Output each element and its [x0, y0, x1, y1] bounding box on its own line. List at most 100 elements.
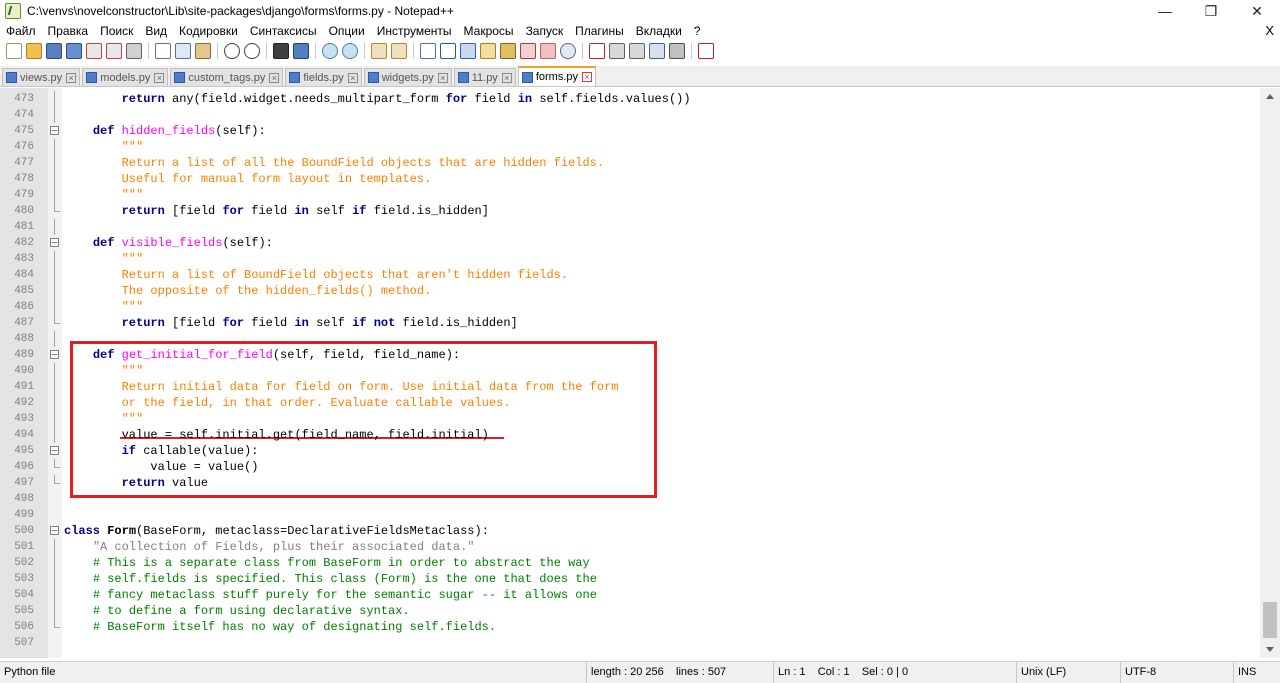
tab-close-icon[interactable]: × — [347, 72, 358, 83]
close-button[interactable]: ✕ — [1234, 0, 1280, 22]
code-line[interactable]: 506 # BaseForm itself has no way of desi… — [0, 619, 1260, 635]
code-line[interactable]: 501 "A collection of Fields, plus their … — [0, 539, 1260, 555]
menu-window[interactable]: Вкладки — [630, 22, 688, 40]
code-line[interactable]: 476 """ — [0, 139, 1260, 155]
zoom-in-icon[interactable] — [322, 43, 338, 59]
document-close-button[interactable]: X — [1265, 22, 1274, 40]
menu-plugins[interactable]: Плагины — [569, 22, 630, 40]
status-eol[interactable]: Unix (LF) — [1016, 662, 1066, 683]
show-all-chars-icon[interactable] — [440, 43, 456, 59]
tab-views-py[interactable]: views.py × — [2, 68, 81, 86]
code-line[interactable]: 474 — [0, 107, 1260, 123]
tab-close-icon[interactable]: × — [582, 72, 592, 82]
tab-widgets-py[interactable]: widgets.py × — [363, 68, 452, 86]
tab-close-icon[interactable]: × — [501, 72, 512, 83]
menu-macro[interactable]: Макросы — [458, 22, 520, 40]
code-line[interactable]: 507 — [0, 635, 1260, 651]
code-line[interactable]: 503 # self.fields is specified. This cla… — [0, 571, 1260, 587]
tab-close-icon[interactable]: × — [154, 72, 165, 83]
redo-icon[interactable] — [244, 43, 260, 59]
code-line[interactable]: 497 return value — [0, 475, 1260, 491]
tab-custom_tags-py[interactable]: custom_tags.py × — [170, 68, 284, 86]
sync-horizontal-icon[interactable] — [391, 43, 407, 59]
spellcheck-icon[interactable] — [698, 43, 714, 59]
tab-forms-py[interactable]: forms.py × — [517, 66, 596, 86]
tab-close-icon[interactable]: × — [66, 72, 77, 83]
code-line[interactable]: 505 # to define a form using declarative… — [0, 603, 1260, 619]
scroll-thumb[interactable] — [1263, 602, 1277, 638]
open-file-icon[interactable] — [26, 43, 42, 59]
lang-define-icon[interactable] — [480, 43, 496, 59]
zoom-out-icon[interactable] — [342, 43, 358, 59]
tab-close-icon[interactable]: × — [269, 72, 280, 83]
code-line[interactable]: 498 — [0, 491, 1260, 507]
tab-fields-py[interactable]: fields.py × — [285, 68, 362, 86]
code-line[interactable]: 492 or the field, in that order. Evaluat… — [0, 395, 1260, 411]
code-editor[interactable]: 473 return any(field.widget.needs_multip… — [0, 88, 1260, 658]
fold-toggle-icon[interactable] — [50, 350, 59, 359]
run-macro-multiple-icon[interactable] — [649, 43, 665, 59]
find-icon[interactable] — [273, 43, 289, 59]
code-line[interactable]: 500 class Form(BaseForm, metaclass=Declar… — [0, 523, 1260, 539]
paste-icon[interactable] — [195, 43, 211, 59]
stop-macro-icon[interactable] — [609, 43, 625, 59]
fold-toggle-icon[interactable] — [50, 238, 59, 247]
undo-icon[interactable] — [224, 43, 240, 59]
code-line[interactable]: 473 return any(field.widget.needs_multip… — [0, 91, 1260, 107]
fold-toggle-icon[interactable] — [50, 126, 59, 135]
code-line[interactable]: 494 value = self.initial.get(field_name,… — [0, 427, 1260, 443]
code-line[interactable]: 483 """ — [0, 251, 1260, 267]
code-line[interactable]: 504 # fancy metaclass stuff purely for t… — [0, 587, 1260, 603]
code-line[interactable]: 489 def get_initial_for_field(self, fiel… — [0, 347, 1260, 363]
code-line[interactable]: 485 The opposite of the hidden_fields() … — [0, 283, 1260, 299]
menu-settings[interactable]: Опции — [323, 22, 371, 40]
scroll-up-icon[interactable] — [1266, 94, 1274, 99]
sync-vertical-icon[interactable] — [371, 43, 387, 59]
code-line[interactable]: 480 return [field for field in self if f… — [0, 203, 1260, 219]
code-line[interactable]: 502 # This is a separate class from Base… — [0, 555, 1260, 571]
fold-toggle-icon[interactable] — [50, 446, 59, 455]
code-line[interactable]: 499 — [0, 507, 1260, 523]
folder-workspace-icon[interactable] — [540, 43, 556, 59]
menu-language[interactable]: Синтаксисы — [244, 22, 323, 40]
menu-view[interactable]: Вид — [139, 22, 173, 40]
code-line[interactable]: 475 def hidden_fields(self): — [0, 123, 1260, 139]
code-line[interactable]: 484 Return a list of BoundField objects … — [0, 267, 1260, 283]
menu-edit[interactable]: Правка — [42, 22, 95, 40]
print-icon[interactable] — [126, 43, 142, 59]
status-encoding[interactable]: UTF-8 — [1120, 662, 1156, 683]
code-line[interactable]: 488 — [0, 331, 1260, 347]
save-all-icon[interactable] — [66, 43, 82, 59]
minimize-button[interactable]: — — [1142, 0, 1188, 22]
code-line[interactable]: 495 if callable(value): — [0, 443, 1260, 459]
close-file-icon[interactable] — [86, 43, 102, 59]
menu-help[interactable]: ? — [688, 22, 707, 40]
code-line[interactable]: 491 Return initial data for field on for… — [0, 379, 1260, 395]
code-line[interactable]: 496 value = value() — [0, 459, 1260, 475]
code-line[interactable]: 490 """ — [0, 363, 1260, 379]
code-line[interactable]: 481 — [0, 219, 1260, 235]
indent-guide-icon[interactable] — [460, 43, 476, 59]
vertical-scrollbar[interactable] — [1260, 88, 1280, 658]
copy-icon[interactable] — [175, 43, 191, 59]
menu-run[interactable]: Запуск — [520, 22, 570, 40]
close-all-icon[interactable] — [106, 43, 122, 59]
save-macro-icon[interactable] — [669, 43, 685, 59]
code-line[interactable]: 486 """ — [0, 299, 1260, 315]
code-line[interactable]: 482 def visible_fields(self): — [0, 235, 1260, 251]
play-macro-icon[interactable] — [629, 43, 645, 59]
code-line[interactable]: 477 Return a list of all the BoundField … — [0, 155, 1260, 171]
code-line[interactable]: 478 Useful for manual form layout in tem… — [0, 171, 1260, 187]
monitoring-icon[interactable] — [560, 43, 576, 59]
menu-file[interactable]: Файл — [0, 22, 42, 40]
doc-map-icon[interactable] — [500, 43, 516, 59]
code-line[interactable]: 493 """ — [0, 411, 1260, 427]
tab-close-icon[interactable]: × — [437, 72, 448, 83]
menu-tools[interactable]: Инструменты — [371, 22, 458, 40]
word-wrap-icon[interactable] — [420, 43, 436, 59]
maximize-button[interactable]: ❐ — [1188, 0, 1234, 22]
fold-toggle-icon[interactable] — [50, 526, 59, 535]
scroll-down-icon[interactable] — [1266, 647, 1274, 652]
menu-encoding[interactable]: Кодировки — [173, 22, 244, 40]
tab-models-py[interactable]: models.py × — [82, 68, 169, 86]
